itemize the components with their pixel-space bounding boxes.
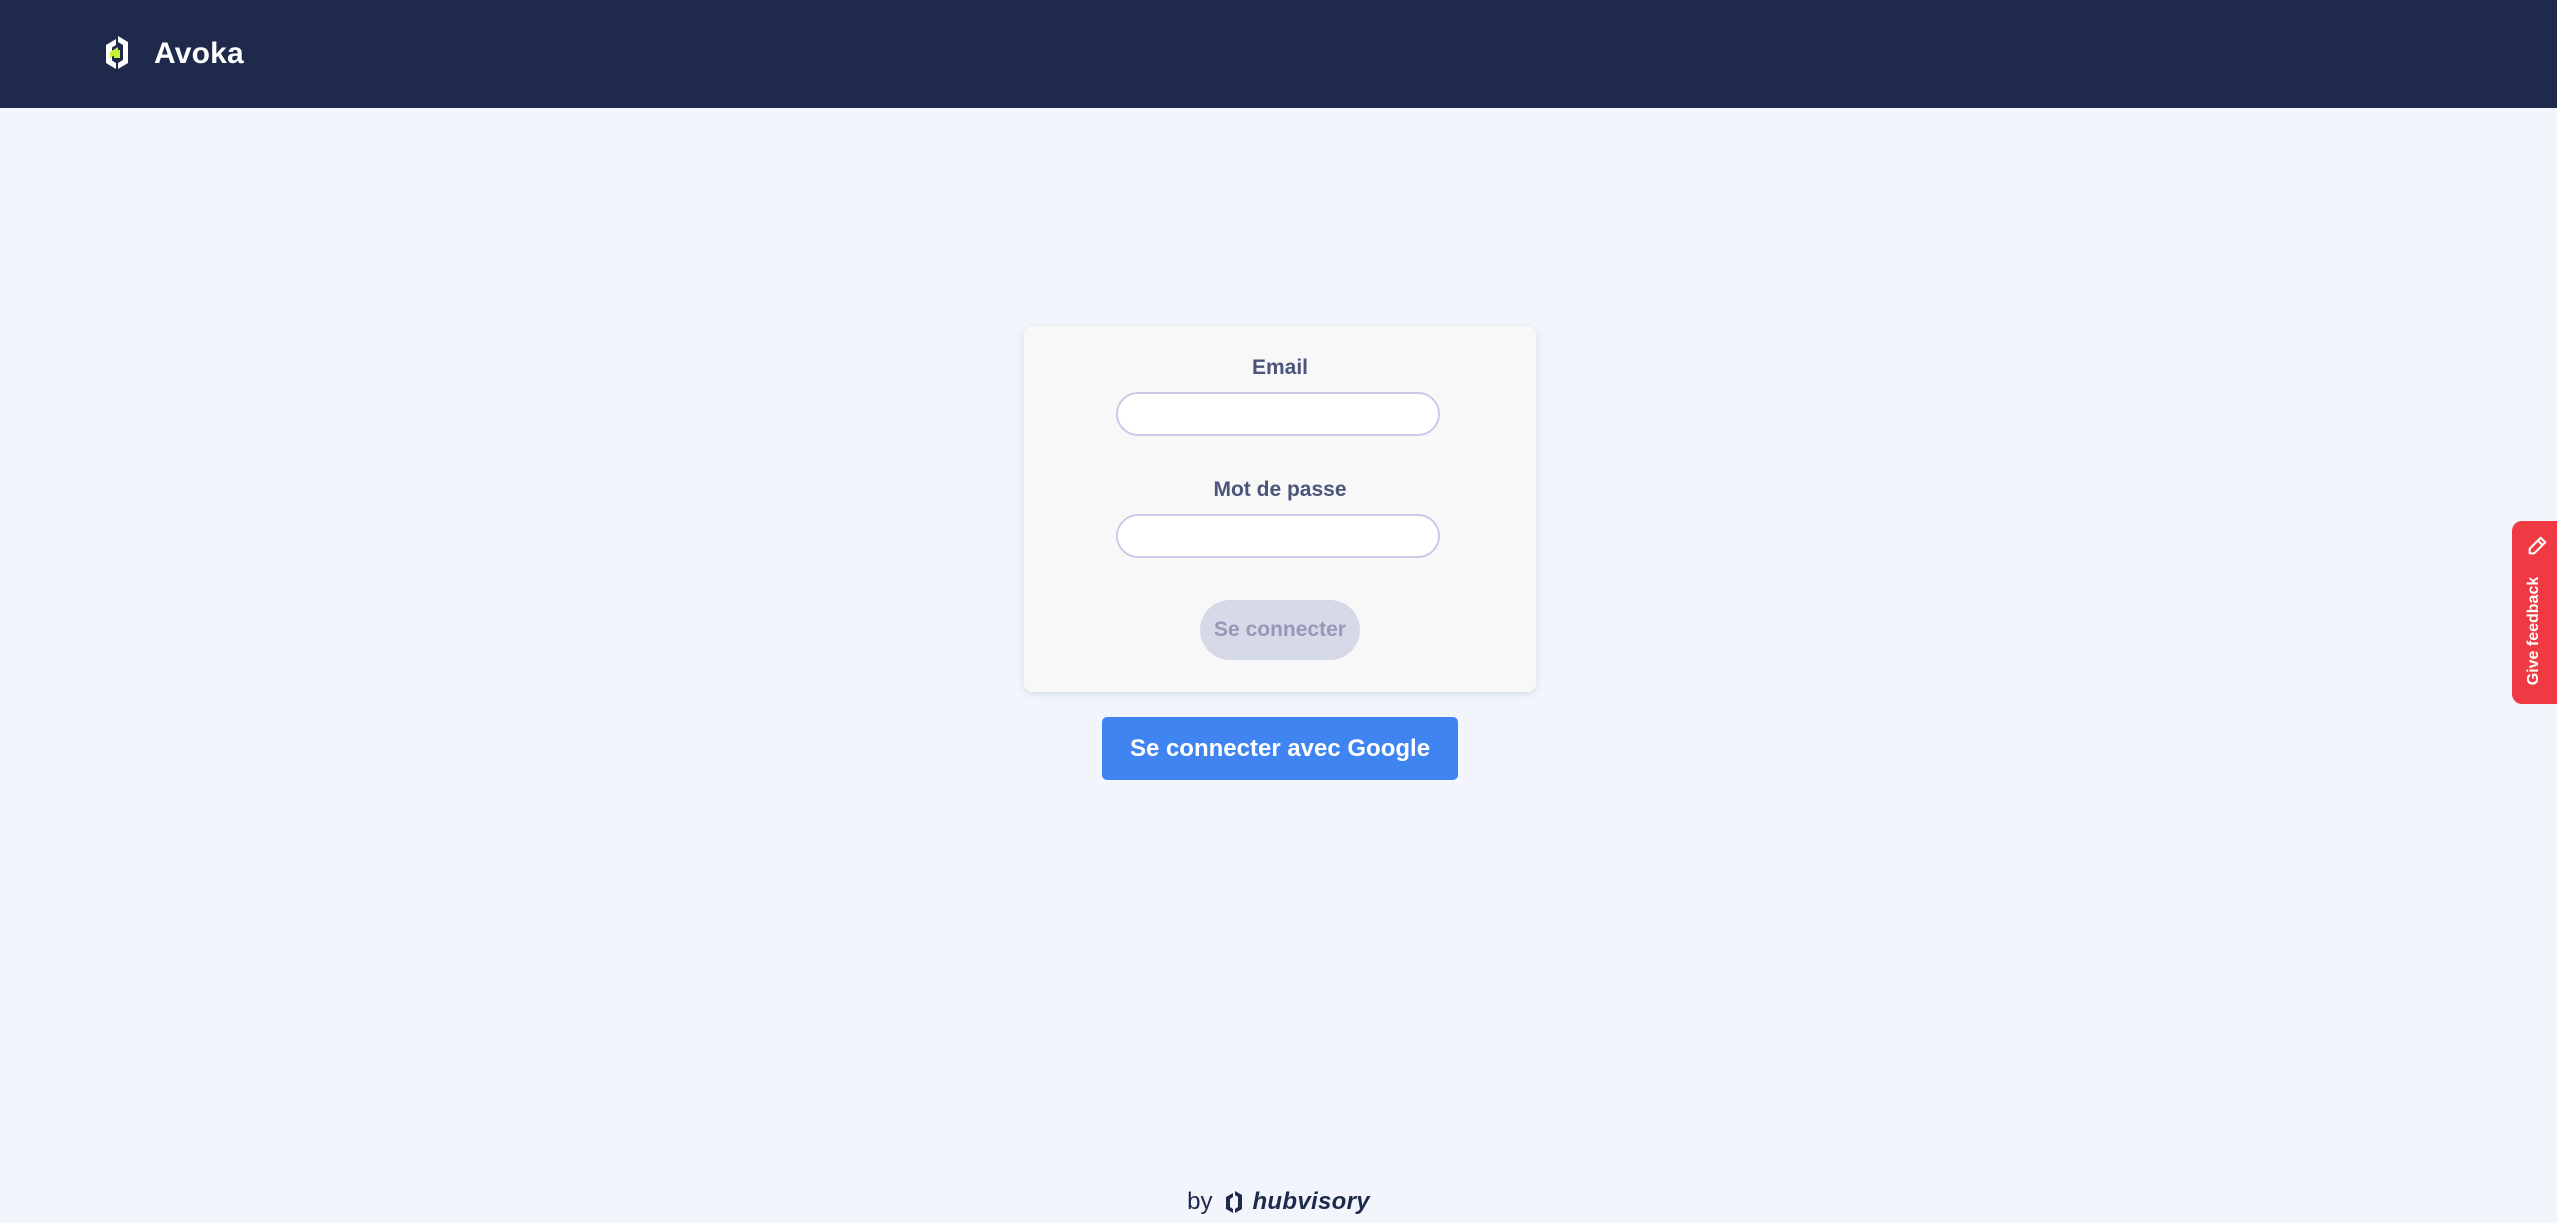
- pencil-icon: [2528, 536, 2547, 555]
- login-button[interactable]: Se connecter: [1200, 600, 1360, 660]
- email-field[interactable]: [1116, 392, 1440, 436]
- feedback-label: Give feedback: [2525, 576, 2542, 686]
- hubvisory-logo-icon: [1226, 1191, 1243, 1213]
- avoka-logo-icon: [106, 36, 128, 69]
- app-name: Avoka: [154, 37, 244, 70]
- give-feedback-tab[interactable]: Give feedback: [2512, 521, 2557, 704]
- login-card: Email Mot de passe Se connecter: [1024, 326, 1536, 692]
- top-navbar: Avoka: [0, 0, 2557, 108]
- footer: by hubvisory: [0, 1186, 2557, 1218]
- footer-by-text: by: [1187, 1188, 1213, 1215]
- password-field[interactable]: [1116, 514, 1440, 558]
- company-name: hubvisory: [1252, 1188, 1370, 1215]
- google-login-button[interactable]: Se connecter avec Google: [1102, 717, 1458, 780]
- password-label: Mot de passe: [1213, 478, 1347, 501]
- email-label: Email: [1251, 356, 1309, 379]
- brand-link[interactable]: Avoka: [96, 30, 244, 78]
